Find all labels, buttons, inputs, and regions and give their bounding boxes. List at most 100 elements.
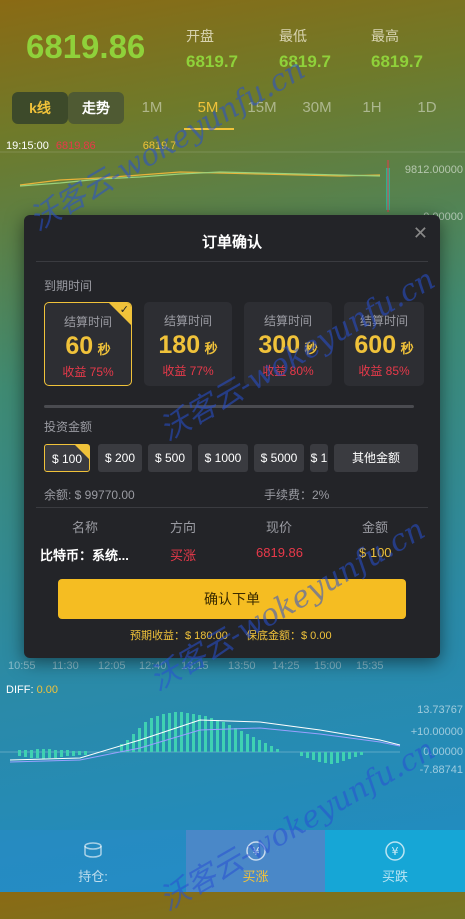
card-value: 180 秒 (144, 331, 232, 360)
confirm-order-button[interactable]: 确认下单 (58, 579, 406, 619)
other-amount-button[interactable]: 其他金额 (334, 444, 418, 472)
card-title: 结算时间 (263, 314, 312, 328)
margin-amount: 保底金额：$ 0.00 (246, 630, 332, 642)
bottom-bar: 持仓: ¥ 买涨 ¥ 买跌 (0, 830, 465, 892)
open-label: 开盘 (186, 28, 214, 44)
svg-text:¥: ¥ (252, 845, 259, 858)
diff-axis-3: 0.00000 (423, 746, 463, 758)
header-name: 名称 (72, 520, 99, 535)
row-price: 6819.86 (256, 545, 303, 560)
close-icon[interactable]: ✕ (413, 223, 428, 244)
amount-more-button[interactable]: $ 1 (310, 444, 328, 472)
card-unit: 秒 (304, 341, 318, 356)
header-direction: 方向 (170, 520, 197, 535)
card-unit: 秒 (97, 342, 111, 357)
card-profit: 收益 85% (358, 364, 410, 378)
card-num: 300 (258, 331, 301, 359)
amount-100-button[interactable]: $ 100 (44, 444, 90, 472)
svg-text:¥: ¥ (392, 845, 399, 858)
duration-card-180[interactable]: 结算时间 180 秒 收益 77% (144, 302, 232, 386)
check-icon: ✓ (119, 304, 129, 316)
tab-15m[interactable]: 15M (242, 92, 282, 124)
active-tab-indicator (184, 128, 234, 130)
buy-up-button[interactable]: ¥ 买涨 (186, 830, 325, 892)
coins-icon (84, 842, 102, 858)
header-price: 现价 (266, 520, 293, 535)
time-tick: 15:35 (356, 660, 384, 672)
time-tick: 15:00 (314, 660, 342, 672)
diff-axis-2: +10.00000 (410, 726, 463, 738)
card-value: 300 秒 (244, 331, 332, 360)
icon-wrap (0, 840, 186, 862)
tab-1d[interactable]: 1D (407, 92, 447, 124)
diff-axis-4: -7.88741 (419, 764, 463, 776)
time-tick: 13:50 (228, 660, 256, 672)
amount-label: $ 200 (104, 451, 136, 465)
card-title: 结算时间 (163, 314, 212, 328)
selected-corner (75, 445, 89, 459)
diff-value: 0.00 (36, 684, 58, 696)
invest-label: 投资金额 (44, 420, 93, 434)
axis-right-top: 9812.00000 (404, 164, 463, 176)
open-stat: 开盘 6819.7 (186, 26, 238, 72)
high-label: 最高 (371, 28, 399, 44)
time-tick: 13:15 (181, 660, 209, 672)
tab-30m[interactable]: 30M (297, 92, 337, 124)
amount-5000-button[interactable]: $ 5000 (254, 444, 304, 472)
time-tick: 12:40 (139, 660, 167, 672)
yen-up-icon: ¥ (245, 841, 266, 861)
card-unit: 秒 (400, 341, 414, 356)
divider (36, 507, 428, 508)
card-num: 60 (65, 332, 94, 360)
price-header: 6819.86 开盘 6819.7 最低 6819.7 最高 6819.7 (0, 0, 465, 90)
amount-1000-button[interactable]: $ 1000 (198, 444, 248, 472)
chart-tabs: k线 走势 1M 5M 15M 30M 1H 1D (0, 92, 465, 130)
row-amount: $ 100 (359, 545, 392, 560)
card-profit: 收益 80% (262, 364, 314, 378)
time-tick: 14:25 (272, 660, 300, 672)
diff-axis-1: 13.73767 (417, 704, 463, 716)
amount-label: $ 5000 (260, 451, 298, 465)
open-value: 6819.7 (186, 52, 238, 71)
tab-trend[interactable]: 走势 (68, 92, 124, 124)
yen-down-icon: ¥ (385, 841, 405, 861)
duration-card-60[interactable]: ✓ 结算时间 60 秒 收益 75% (44, 302, 132, 386)
high-stat: 最高 6819.7 (371, 26, 423, 72)
card-value: 60 秒 (45, 332, 131, 361)
header-amount: 金额 (362, 520, 389, 535)
diff-label: DIFF: (6, 684, 34, 696)
duration-scrollbar[interactable] (44, 405, 414, 408)
duration-card-300[interactable]: 结算时间 300 秒 收益 80% (244, 302, 332, 386)
tab-kline[interactable]: k线 (12, 92, 68, 124)
amount-500-button[interactable]: $ 500 (148, 444, 192, 472)
current-price: 6819.86 (26, 28, 146, 65)
duration-card-600[interactable]: 结算时间 600 秒 收益 85% (344, 302, 424, 386)
modal-title: 订单确认 (201, 234, 262, 251)
row-direction: 买涨 (170, 548, 197, 563)
fee-text: 手续费：2% (264, 488, 330, 502)
order-confirm-modal: 订单确认 ✕ 到期时间 ✓ 结算时间 60 秒 收益 75% 结算时间 180 … (24, 215, 440, 658)
buy-down-button[interactable]: ¥ 买跌 (325, 830, 465, 892)
row-name: 比特币：系统... (40, 548, 129, 563)
position-button[interactable]: 持仓: (0, 830, 186, 892)
low-value: 6819.7 (279, 52, 331, 71)
high-value: 6819.7 (371, 52, 423, 71)
card-num: 180 (158, 331, 201, 359)
expire-label: 到期时间 (44, 279, 93, 293)
tab-1h[interactable]: 1H (352, 92, 392, 124)
amount-label: $ 1000 (204, 451, 242, 465)
time-tick: 11:30 (52, 660, 79, 672)
position-label: 持仓: (78, 869, 108, 884)
low-stat: 最低 6819.7 (279, 26, 331, 72)
icon-wrap: ¥ (186, 840, 325, 862)
tab-1m[interactable]: 1M (132, 92, 172, 124)
balance-text: 余额: $ 99770.00 (44, 488, 135, 502)
amount-200-button[interactable]: $ 200 (98, 444, 142, 472)
divider (36, 261, 428, 262)
kline-chart (0, 151, 465, 212)
expected-profit: 预期收益：$ 180.00 (130, 630, 228, 642)
card-num: 600 (354, 331, 397, 359)
card-profit: 收益 77% (162, 364, 214, 378)
card-unit: 秒 (204, 341, 218, 356)
tab-5m[interactable]: 5M (188, 92, 228, 124)
